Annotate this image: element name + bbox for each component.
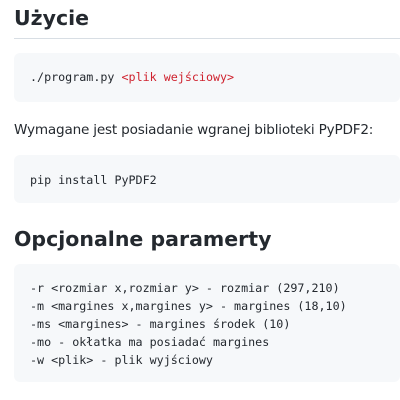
option-line: -ms <margines> - margines środek (10) xyxy=(30,317,291,331)
option-line: -w <plik> - plik wyjściowy xyxy=(30,353,213,367)
options-code-block[interactable]: -r <rozmiar x,rozmiar y> - rozmiar (297,… xyxy=(14,264,400,382)
usage-code-block[interactable]: ./program.py <plik wejściowy> xyxy=(14,53,400,102)
option-line: -m <margines x,margines y> - margines (1… xyxy=(30,299,347,313)
option-line: -r <rozmiar x,rozmiar y> - rozmiar (297,… xyxy=(30,281,340,295)
usage-argument-placeholder: <plik wejściowy> xyxy=(121,70,235,84)
heading-divider xyxy=(14,38,400,39)
requirement-paragraph: Wymagane jest posiadanie wgranej bibliot… xyxy=(14,122,374,138)
options-heading: Opcjonalne paramerty xyxy=(14,227,272,251)
usage-heading: Użycie xyxy=(14,6,90,30)
option-line: -mo - okłatka ma posiadać margines xyxy=(30,335,270,349)
install-code-block[interactable]: pip install PyPDF2 xyxy=(14,155,400,203)
usage-command: ./program.py xyxy=(30,70,115,84)
install-command: pip install PyPDF2 xyxy=(30,173,157,187)
